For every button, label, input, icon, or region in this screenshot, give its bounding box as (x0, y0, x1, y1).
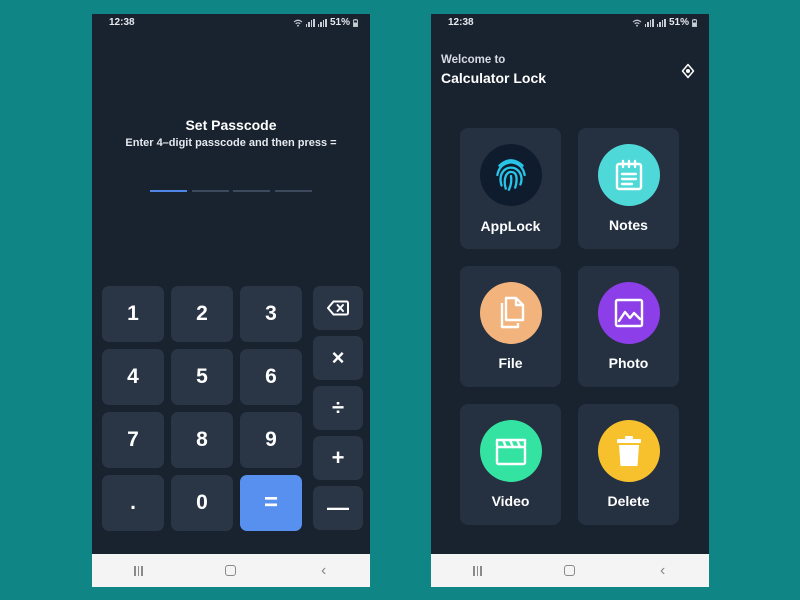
pin-digit-slot[interactable] (150, 190, 187, 192)
welcome-text: Welcome to (441, 54, 506, 66)
status-bar: 12:38 51% (431, 14, 709, 32)
divide-button[interactable]: ÷ (313, 386, 363, 430)
minus-button[interactable]: — (313, 486, 363, 530)
key-3[interactable]: 3 (240, 286, 302, 342)
home-icon (564, 565, 576, 576)
status-icons: 51% (293, 17, 358, 28)
key-0[interactable]: 0 (171, 475, 233, 531)
photo-tile[interactable]: Photo (578, 266, 679, 387)
key-1[interactable]: 1 (102, 286, 164, 342)
fingerprint-icon (480, 144, 542, 206)
recents-icon (133, 565, 143, 576)
signal-icon (317, 18, 327, 27)
key-4[interactable]: 4 (102, 349, 164, 405)
file-icon (480, 282, 542, 344)
recents-button[interactable] (457, 559, 497, 583)
key-2[interactable]: 2 (171, 286, 233, 342)
delete-tile[interactable]: Delete (578, 404, 679, 525)
home-screen: 12:38 51% Welcome to Calculator Lock App… (431, 14, 709, 587)
battery-icon (353, 18, 358, 27)
photo-icon (598, 282, 660, 344)
applock-tile[interactable]: AppLock (460, 128, 561, 249)
key-9[interactable]: 9 (240, 412, 302, 468)
tile-label: Delete (607, 493, 650, 509)
video-icon (480, 420, 542, 482)
home-icon (225, 565, 237, 576)
wifi-icon (632, 19, 642, 27)
key-8[interactable]: 8 (171, 412, 233, 468)
trash-icon (598, 420, 660, 482)
tile-label: Notes (609, 217, 648, 233)
page-title: Set Passcode (185, 117, 277, 133)
status-icons: 51% (632, 17, 697, 28)
home-button[interactable] (211, 559, 251, 583)
key-7[interactable]: 7 (102, 412, 164, 468)
tile-label: File (498, 355, 523, 371)
passcode-screen: 12:38 51% Set Passcode Enter 4–digit pas… (92, 14, 370, 587)
key-5[interactable]: 5 (171, 349, 233, 405)
signal-icon (656, 18, 666, 27)
backspace-icon (327, 300, 349, 316)
multiply-button[interactable]: × (313, 336, 363, 380)
recents-button[interactable] (118, 559, 158, 583)
backspace-button[interactable] (313, 286, 363, 330)
home-button[interactable] (550, 559, 590, 583)
pin-digit-slot[interactable] (233, 190, 270, 192)
file-tile[interactable]: File (460, 266, 561, 387)
equals-button[interactable]: = (240, 475, 302, 531)
tile-label: Photo (608, 355, 649, 371)
tile-label: AppLock (480, 218, 541, 234)
back-icon: ‹ (659, 561, 666, 579)
status-time: 12:38 (448, 17, 474, 28)
battery-icon (692, 18, 697, 27)
battery-percent: 51% (668, 17, 689, 28)
wifi-icon (293, 19, 303, 27)
notes-tile[interactable]: Notes (578, 128, 679, 249)
gear-icon (681, 63, 695, 79)
signal-icon (305, 18, 315, 27)
navigation-bar: ‹ (431, 554, 709, 587)
app-title: Calculator Lock (441, 70, 547, 86)
settings-button[interactable] (680, 63, 696, 79)
tile-label: Video (491, 493, 530, 509)
video-tile[interactable]: Video (460, 404, 561, 525)
navigation-bar: ‹ (92, 554, 370, 587)
key-decimal[interactable]: . (102, 475, 164, 531)
recents-icon (472, 565, 482, 576)
back-icon: ‹ (320, 561, 327, 579)
status-bar: 12:38 51% (92, 14, 370, 32)
pin-digit-slot[interactable] (275, 190, 312, 192)
signal-icon (644, 18, 654, 27)
status-time: 12:38 (109, 17, 135, 28)
back-button[interactable]: ‹ (643, 559, 683, 583)
notes-icon (598, 144, 660, 206)
passcode-instructions: Enter 4–digit passcode and then press = (125, 137, 337, 149)
battery-percent: 51% (329, 17, 350, 28)
back-button[interactable]: ‹ (304, 559, 344, 583)
plus-button[interactable]: + (313, 436, 363, 480)
key-6[interactable]: 6 (240, 349, 302, 405)
pin-digit-slot[interactable] (192, 190, 229, 192)
